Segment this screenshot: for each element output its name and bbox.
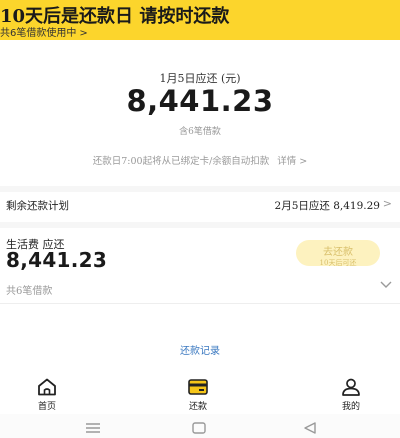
home-icon (38, 378, 56, 396)
next-due-text: 2月5日应还 8,419.29 (274, 200, 380, 212)
chevron-right-icon: > (79, 28, 88, 39)
pay-button-label: 去还款 (323, 247, 353, 258)
back-triangle-icon[interactable] (303, 419, 317, 438)
pay-button-sublabel: 10天后可还 (319, 259, 357, 267)
chevron-down-icon[interactable] (380, 278, 392, 292)
square-home-icon[interactable] (192, 419, 206, 438)
person-icon (342, 378, 360, 396)
tab-home[interactable]: 首页 (17, 374, 77, 412)
tab-home-label: 首页 (37, 402, 56, 412)
banner-subtitle-text: 共6笔借款使用中 (0, 28, 77, 39)
card-icon (188, 379, 208, 395)
tab-repay[interactable]: 还款 (168, 374, 228, 412)
section-divider (0, 222, 400, 228)
detail-link[interactable]: 详情 > (277, 156, 307, 167)
due-amount: 8,441.23 (126, 84, 274, 118)
tab-repay-label: 还款 (188, 402, 207, 412)
tab-mine-label: 我的 (341, 402, 360, 412)
system-nav-bar (0, 414, 400, 438)
tab-mine[interactable]: 我的 (321, 374, 381, 412)
loan-count-text: 含6笔借款 (179, 127, 221, 137)
auto-debit-text: 还款日7:00起将从已绑定卡/余额自动扣款 (92, 156, 270, 167)
bottom-tab-bar: 首页 还款 我的 (0, 374, 400, 414)
pay-button[interactable]: 去还款 10天后可还 (296, 240, 380, 267)
auto-debit-notice: 还款日7:00起将从已绑定卡/余额自动扣款 详情 > (0, 153, 400, 167)
plan-label: 剩余还款计划 (6, 200, 69, 212)
divider (0, 303, 400, 304)
remaining-plan-row[interactable]: 剩余还款计划 2月5日应还 8,419.29 > (0, 194, 400, 214)
banner-subtitle[interactable]: 共6笔借款使用中 > (0, 24, 88, 39)
category-amount: 8,441.23 (6, 248, 108, 272)
loan-count-text: 共6笔借款 (6, 286, 53, 297)
section-divider (0, 186, 400, 192)
chevron-right-icon: > (382, 197, 392, 210)
repayment-history-link[interactable]: 还款记录 (0, 342, 400, 357)
menu-icon[interactable] (85, 419, 101, 438)
reminder-banner[interactable]: 10天后是还款日 请按时还款 共6笔借款使用中 > (0, 0, 400, 40)
